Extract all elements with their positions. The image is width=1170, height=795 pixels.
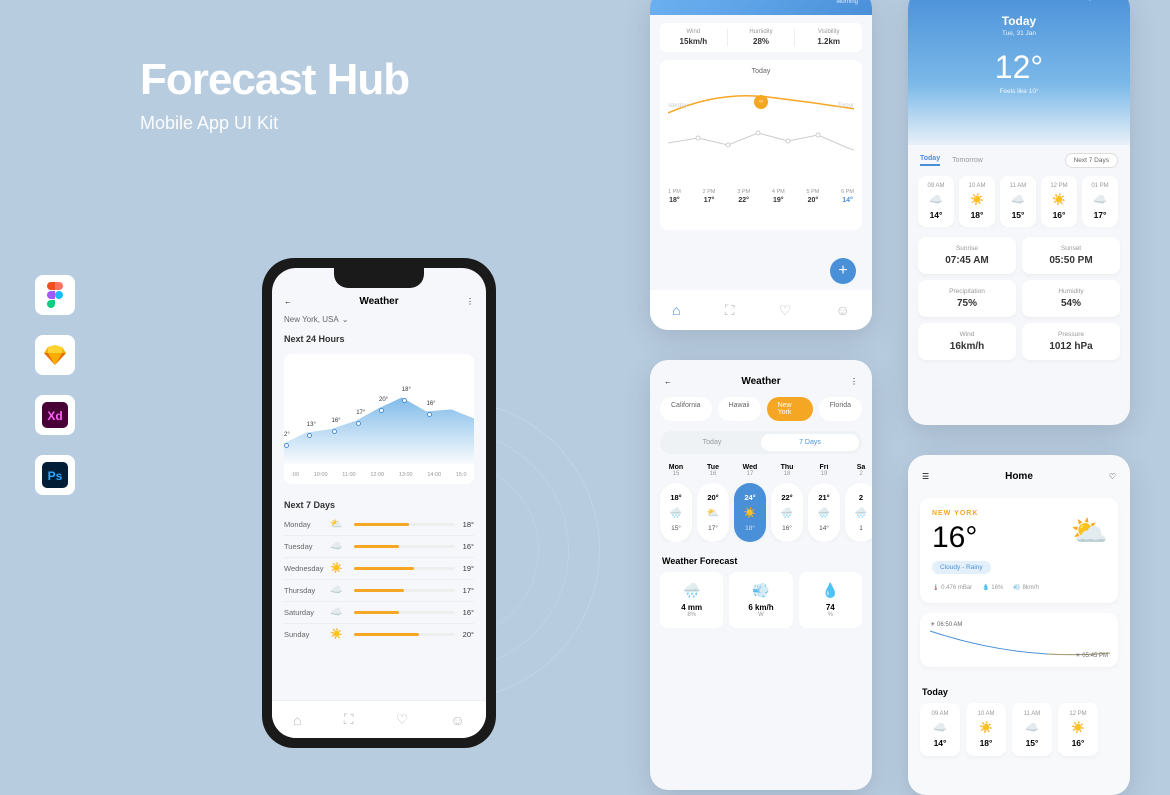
page-title: Weather: [359, 296, 398, 307]
day-row[interactable]: Sunday☀️20°: [284, 624, 474, 645]
hour-card[interactable]: 10 AM☀️18°: [959, 176, 995, 227]
bell-icon[interactable]: ♡: [779, 302, 792, 319]
hour-card[interactable]: 10 AM☀️18°: [966, 703, 1006, 756]
user-icon[interactable]: ☺: [451, 712, 465, 728]
section-24h: Next 24 Hours: [272, 324, 486, 348]
screen-today-sky: New York, USA⌄ Today Tue, 31 Jan 12° Fee…: [908, 0, 1130, 425]
photoshop-icon: Ps: [35, 455, 75, 495]
week-day-card[interactable]: Mon1518°🌧️15°: [660, 464, 692, 542]
chart-knob[interactable]: ‹›: [754, 95, 768, 109]
city-chip[interactable]: Florida: [819, 397, 862, 421]
mini-stat: 💨 8km/h: [1013, 584, 1038, 591]
stat-wind: Wind15km/h: [660, 29, 728, 46]
bottom-nav: ⌂ ⛶ ♡ ☺: [272, 700, 486, 738]
map-icon[interactable]: ⛶: [344, 711, 354, 728]
more-icon[interactable]: ⋮: [850, 377, 858, 386]
add-button[interactable]: +: [830, 258, 856, 284]
user-icon[interactable]: ☺: [836, 302, 850, 318]
subtitle-text: Mobile App UI Kit: [140, 113, 409, 134]
hour-item[interactable]: 5 PM20°: [807, 189, 820, 204]
hour-card[interactable]: 09 AM☁️14°: [920, 703, 960, 756]
hour-card[interactable]: 11 AM☁️15°: [1000, 176, 1036, 227]
product-title: Forecast Hub Mobile App UI Kit: [140, 55, 409, 134]
tool-icons: Xd Ps: [35, 275, 75, 495]
week-day-card[interactable]: Sa22🌧️1: [845, 464, 872, 542]
forecast-metric: 💧74%: [799, 572, 862, 628]
menu-icon[interactable]: ☰: [922, 472, 929, 481]
phone-mockup-main: ← Weather ⋮ New York, USA⌄ Next 24 Hours…: [262, 258, 496, 748]
day-row[interactable]: Thursday☁️17°: [284, 580, 474, 602]
stat-humidity: Humidity28%: [728, 29, 796, 46]
hourly-chart: 2°13°16°17°20°18°16° :0010:0011:0012:001…: [284, 354, 474, 484]
forecast-metric: 💨6 km/hW: [729, 572, 792, 628]
weather-hero-card: NEW YORK 16° Cloudy - Rainy ⛅ 🌡️ 0.476 m…: [920, 498, 1118, 603]
city-chip[interactable]: New York: [767, 397, 813, 421]
home-icon[interactable]: ⌂: [293, 712, 301, 728]
hour-card[interactable]: 09 AM☁️14°: [918, 176, 954, 227]
temperature-big: 12°: [908, 49, 1130, 86]
figma-icon: [35, 275, 75, 315]
tab-tomorrow[interactable]: Tomorrow: [952, 157, 983, 164]
chevron-down-icon: ⌄: [342, 315, 349, 324]
week-day-card[interactable]: Wed1724°☀️18°: [734, 464, 766, 542]
hour-item[interactable]: 6 PM14°: [841, 189, 854, 204]
week-day-card[interactable]: Thu1822°🌧️16°: [771, 464, 803, 542]
bell-icon[interactable]: ♡: [396, 711, 409, 728]
svg-text:Xd: Xd: [47, 409, 62, 423]
screen-hourly-detail: Cloudy - Sunny Morning Wind15km/hHumidit…: [650, 0, 872, 330]
screen-weekly: ← Weather ⋮ CaliforniaHawaiiNew YorkFlor…: [650, 360, 872, 790]
info-card: Sunrise07:45 AM: [918, 237, 1016, 274]
location-selector[interactable]: New York, USA⌄: [272, 315, 486, 324]
city-chip[interactable]: Hawaii: [718, 397, 761, 421]
location-selector[interactable]: New York, USA⌄: [908, 0, 1130, 2]
hour-item[interactable]: 2 PM17°: [703, 189, 716, 204]
bell-icon[interactable]: ♡: [1109, 472, 1116, 481]
sun-curve: ☀ 06:50 AM ☀ 05:45 PM: [920, 613, 1118, 667]
svg-text:Ps: Ps: [48, 469, 63, 483]
hour-card[interactable]: 12 PM☀️16°: [1058, 703, 1098, 756]
week-day-card[interactable]: Fri1921°🌧️14°: [808, 464, 840, 542]
back-icon[interactable]: ←: [664, 377, 672, 386]
segment-7days[interactable]: 7 Days: [761, 434, 859, 451]
hour-card[interactable]: 01 PM☁️17°: [1082, 176, 1118, 227]
hour-item[interactable]: 3 PM22°: [737, 189, 750, 204]
hour-card[interactable]: 11 AM☁️15°: [1012, 703, 1052, 756]
week-day-card[interactable]: Tue1620°⛅17°: [697, 464, 729, 542]
hour-card[interactable]: 12 PM☀️16°: [1041, 176, 1077, 227]
day-row[interactable]: Saturday☁️16°: [284, 602, 474, 624]
time-of-day: Morning: [664, 0, 858, 5]
day-row[interactable]: Wednesday☀️19°: [284, 558, 474, 580]
today-chart: Today sterday Tomor ‹› 1 PM18°2 PM17°3 P…: [660, 60, 862, 230]
screen-home: ☰ Home ♡ NEW YORK 16° Cloudy - Rainy ⛅ 🌡…: [908, 455, 1130, 795]
stat-visibility: Visibility1.2km: [795, 29, 862, 46]
more-icon[interactable]: ⋮: [466, 297, 474, 306]
mini-stat: 🌡️ 0.476 mBar: [932, 584, 972, 591]
info-card: Wind16km/h: [918, 323, 1016, 360]
forecast-metric: 🌧️4 mm8%: [660, 572, 723, 628]
hour-item[interactable]: 1 PM18°: [668, 189, 681, 204]
section-7days: Next 7 Days: [272, 490, 486, 514]
weather-illustration: ⛅: [1071, 514, 1108, 549]
sketch-icon: [35, 335, 75, 375]
tab-today[interactable]: Today: [920, 155, 940, 166]
info-card: Precipitation75%: [918, 280, 1016, 317]
day-row[interactable]: Tuesday☁️16°: [284, 536, 474, 558]
mini-stat: 💧 16%: [982, 584, 1003, 591]
back-icon[interactable]: ←: [284, 297, 292, 306]
info-card: Humidity54%: [1022, 280, 1120, 317]
xd-icon: Xd: [35, 395, 75, 435]
info-card: Pressure1012 hPa: [1022, 323, 1120, 360]
next-7-days-button[interactable]: Next 7 Days: [1065, 153, 1118, 168]
title-text: Forecast Hub: [140, 55, 409, 105]
day-row[interactable]: Monday⛅18°: [284, 514, 474, 536]
info-card: Sunset05:50 PM: [1022, 237, 1120, 274]
home-icon[interactable]: ⌂: [672, 302, 680, 318]
segment-today[interactable]: Today: [663, 434, 761, 451]
city-chip[interactable]: California: [660, 397, 712, 421]
hour-item[interactable]: 4 PM19°: [772, 189, 785, 204]
map-icon[interactable]: ⛶: [725, 302, 735, 319]
chevron-down-icon: ⌄: [1110, 0, 1116, 2]
